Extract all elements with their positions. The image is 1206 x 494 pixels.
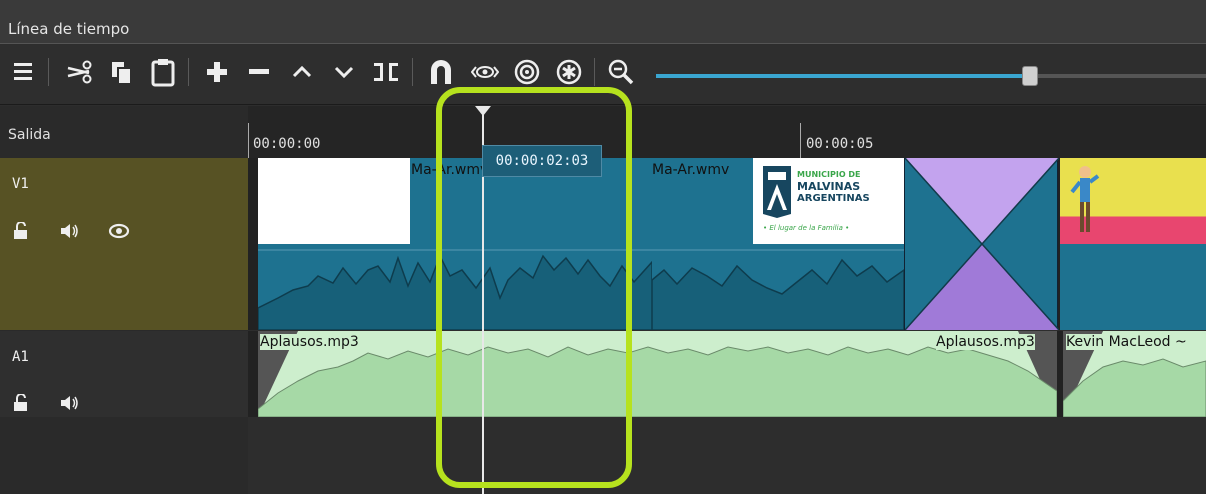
- annotation-highlight-box: [436, 87, 632, 488]
- paste-icon: [151, 59, 175, 87]
- split-button[interactable]: [369, 52, 403, 92]
- a1-lock-icon[interactable]: [12, 394, 30, 412]
- ruler-tick: [800, 123, 801, 158]
- toolbar-separator: [188, 58, 189, 86]
- audio-clip[interactable]: Kevin MacLeod ~: [1063, 331, 1206, 417]
- v1-lock-icon[interactable]: [12, 222, 30, 240]
- output-track-label: Salida: [8, 127, 51, 143]
- v1-track-header[interactable]: [0, 158, 248, 330]
- ripple-all-tracks-button[interactable]: [552, 52, 586, 92]
- logo-line3: ARGENTINAS: [797, 193, 870, 204]
- ripple-icon: [514, 59, 540, 85]
- video-clip[interactable]: Ma-Ar.wmv MUNICIPIO DE MALVINAS ARGENTIN…: [652, 158, 904, 330]
- v1-track-label: V1: [12, 176, 29, 192]
- a1-track-header[interactable]: [0, 331, 248, 417]
- remove-icon: [249, 69, 269, 74]
- v1-visibility-eye-icon[interactable]: [108, 223, 130, 239]
- lift-button[interactable]: [285, 52, 319, 92]
- municipality-shield-icon: [763, 166, 791, 218]
- clip-thumbnail: [1060, 158, 1206, 244]
- person-figure-icon: [1070, 166, 1100, 232]
- snap-button[interactable]: [424, 52, 458, 92]
- ruler-tick: [248, 123, 249, 158]
- scrub-button[interactable]: [468, 52, 502, 92]
- append-button[interactable]: [200, 52, 234, 92]
- logo-line2: MALVINAS: [797, 180, 861, 193]
- a1-mute-icon[interactable]: [60, 395, 80, 411]
- zoom-out-button[interactable]: [604, 52, 638, 92]
- copy-icon: [112, 62, 130, 83]
- zoom-slider-fill: [656, 74, 1030, 78]
- panel-title-bar: [0, 0, 1206, 44]
- clip-name: Kevin MacLeod ~: [1066, 334, 1187, 350]
- cut-button[interactable]: [62, 52, 96, 92]
- add-icon: [207, 62, 227, 82]
- split-icon: [374, 63, 398, 81]
- scrub-icon: [471, 66, 499, 78]
- transition-cross-icon: [904, 157, 1060, 331]
- timeline-ruler[interactable]: [248, 106, 1206, 158]
- zoom-out-icon: [608, 59, 634, 85]
- toolbar-separator: [48, 58, 49, 86]
- remove-button[interactable]: [242, 52, 276, 92]
- audio-clip[interactable]: Aplausos.mp3 Aplausos.mp3: [258, 331, 1057, 417]
- clip-thumbnail-logo: MUNICIPIO DE MALVINAS ARGENTINAS • El lu…: [753, 158, 904, 244]
- clip-name: Aplausos.mp3: [260, 334, 359, 350]
- cut-icon: [67, 60, 92, 84]
- v1-mute-icon[interactable]: [60, 223, 80, 239]
- snap-icon: [431, 60, 451, 84]
- panel-title: Línea de tiempo: [8, 20, 130, 38]
- lift-icon: [292, 65, 312, 78]
- copy-button[interactable]: [104, 52, 138, 92]
- ripple-all-icon: [556, 59, 582, 85]
- transition-clip[interactable]: [904, 157, 1060, 331]
- ruler-tick-label: 00:00:00: [253, 136, 321, 152]
- menu-button[interactable]: [6, 52, 40, 92]
- a1-track-label: A1: [12, 349, 29, 365]
- clip-name: Aplausos.mp3: [936, 334, 1035, 350]
- toolbar-separator: [594, 58, 595, 86]
- ripple-button[interactable]: [510, 52, 544, 92]
- video-clip[interactable]: [1060, 158, 1206, 330]
- logo-line1: MUNICIPIO DE: [797, 170, 861, 179]
- clip-name: Ma-Ar.wmv: [652, 162, 730, 178]
- paste-button[interactable]: [146, 52, 180, 92]
- menu-icon: [14, 63, 32, 80]
- overwrite-icon: [334, 66, 354, 79]
- overwrite-button[interactable]: [327, 52, 361, 92]
- toolbar-separator: [412, 58, 413, 86]
- ruler-tick-label: 00:00:05: [806, 136, 874, 152]
- logo-tagline: • El lugar de la Familia •: [763, 224, 850, 232]
- zoom-slider-handle[interactable]: [1022, 66, 1038, 86]
